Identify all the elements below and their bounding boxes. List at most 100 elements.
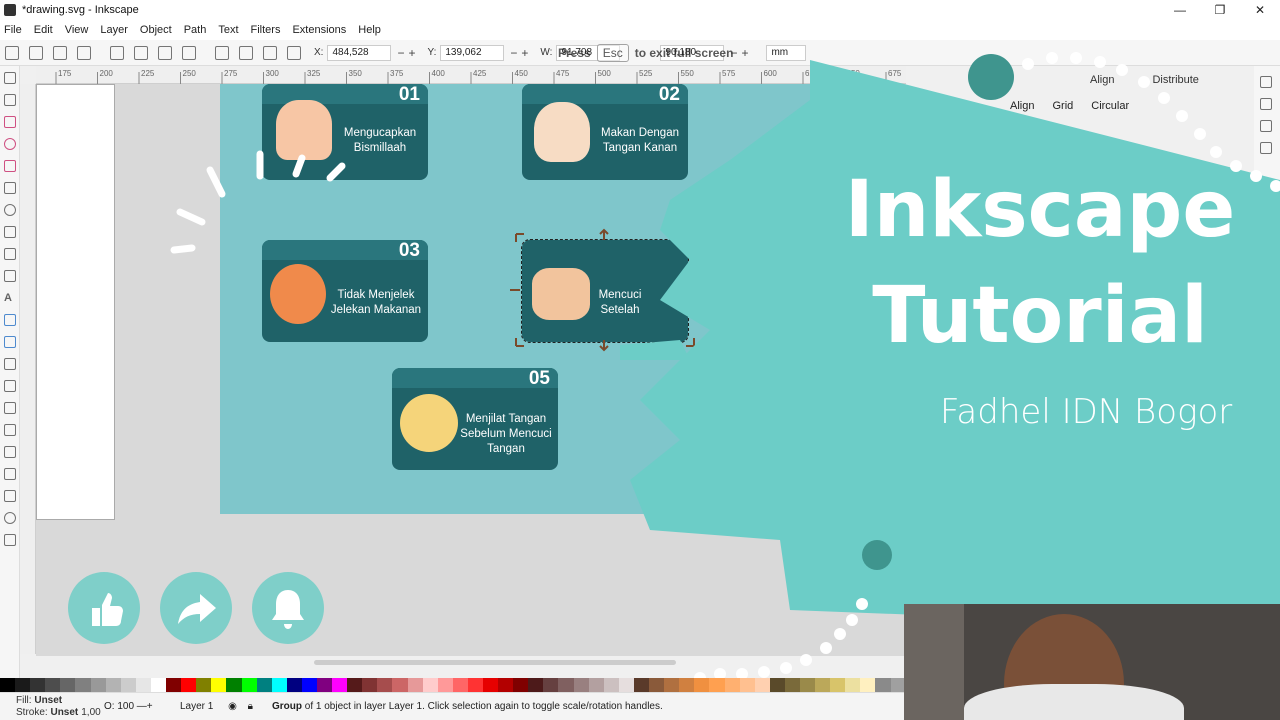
- menu-layer[interactable]: Layer: [100, 24, 128, 36]
- color-swatch[interactable]: [513, 678, 529, 692]
- unit-select[interactable]: mm: [766, 44, 807, 61]
- color-swatch[interactable]: [211, 678, 227, 692]
- calligraphy-tool-icon[interactable]: [4, 270, 16, 282]
- color-swatch[interactable]: [528, 678, 544, 692]
- spray-tool-icon[interactable]: [4, 424, 16, 436]
- color-swatch[interactable]: [754, 678, 770, 692]
- color-swatch[interactable]: [75, 678, 91, 692]
- color-swatch[interactable]: [60, 678, 76, 692]
- fill-stroke-indicator[interactable]: Fill: Unset Stroke: Unset 1,00: [16, 695, 101, 719]
- color-swatch[interactable]: [15, 678, 31, 692]
- menu-file[interactable]: File: [4, 24, 22, 36]
- color-swatch[interactable]: [301, 678, 317, 692]
- color-swatch[interactable]: [467, 678, 483, 692]
- color-swatch[interactable]: [664, 678, 680, 692]
- star-tool-icon[interactable]: [4, 160, 16, 172]
- rect-tool-icon[interactable]: [4, 116, 16, 128]
- close-button[interactable]: ✕: [1240, 0, 1280, 20]
- color-swatch[interactable]: [105, 678, 121, 692]
- color-swatch[interactable]: [286, 678, 302, 692]
- color-swatch[interactable]: [30, 678, 46, 692]
- flip-horizontal-icon[interactable]: [158, 45, 172, 60]
- color-swatch[interactable]: [135, 678, 151, 692]
- color-swatch[interactable]: [407, 678, 423, 692]
- menu-text[interactable]: Text: [218, 24, 238, 36]
- gradient-tool-icon[interactable]: [4, 314, 16, 326]
- raise-icon[interactable]: [239, 45, 253, 60]
- pencil-tool-icon[interactable]: [4, 248, 16, 260]
- color-swatch[interactable]: [90, 678, 106, 692]
- like-button[interactable]: [68, 572, 140, 644]
- color-swatch[interactable]: [362, 678, 378, 692]
- color-swatch[interactable]: [120, 678, 136, 692]
- share-button[interactable]: [160, 572, 232, 644]
- color-swatch[interactable]: [649, 678, 665, 692]
- eraser-tool-icon[interactable]: [4, 446, 16, 458]
- rotate-cw-icon[interactable]: [134, 45, 148, 60]
- color-swatch[interactable]: [166, 678, 182, 692]
- pen-tool-icon[interactable]: [4, 226, 16, 238]
- menu-edit[interactable]: Edit: [34, 24, 53, 36]
- raise-to-top-icon[interactable]: [215, 45, 229, 60]
- color-swatch[interactable]: [558, 678, 574, 692]
- color-swatch[interactable]: [181, 678, 197, 692]
- select-all-icon[interactable]: [5, 45, 19, 60]
- layer-lock-icon[interactable]: 🔒︎: [248, 701, 253, 712]
- color-swatch[interactable]: [150, 678, 167, 692]
- color-swatch[interactable]: [709, 678, 725, 692]
- color-swatch[interactable]: [271, 678, 287, 692]
- color-swatch[interactable]: [815, 678, 831, 692]
- flip-vertical-icon[interactable]: [182, 45, 196, 60]
- menu-object[interactable]: Object: [140, 24, 172, 36]
- menu-filters[interactable]: Filters: [251, 24, 281, 36]
- color-swatch[interactable]: [769, 678, 785, 692]
- card-05[interactable]: 05 Menjilat Tangan Sebelum Mencuci Tanga…: [392, 368, 558, 470]
- x-input[interactable]: 484,528: [327, 44, 392, 61]
- notification-button[interactable]: [252, 572, 324, 644]
- color-swatch[interactable]: [784, 678, 800, 692]
- selector-tool-icon[interactable]: [4, 72, 16, 84]
- node-tool-icon[interactable]: [4, 94, 16, 106]
- left-ruler[interactable]: [20, 84, 36, 654]
- opacity-field[interactable]: O: 100 —+: [104, 701, 153, 712]
- color-swatch[interactable]: [694, 678, 710, 692]
- color-swatch[interactable]: [618, 678, 634, 692]
- y-stepper[interactable]: −+: [510, 46, 532, 60]
- measure-tool-icon[interactable]: [4, 490, 16, 502]
- lower-icon[interactable]: [263, 45, 277, 60]
- color-swatch[interactable]: [256, 678, 272, 692]
- touch-select-icon[interactable]: [77, 45, 91, 60]
- color-swatch[interactable]: [316, 678, 333, 692]
- color-swatch[interactable]: [679, 678, 695, 692]
- color-swatch[interactable]: [603, 678, 619, 692]
- minimize-button[interactable]: —: [1160, 0, 1200, 20]
- color-swatch[interactable]: [196, 678, 212, 692]
- menu-view[interactable]: View: [65, 24, 89, 36]
- color-palette[interactable]: [0, 678, 906, 692]
- menu-path[interactable]: Path: [184, 24, 207, 36]
- color-swatch[interactable]: [543, 678, 559, 692]
- dropper-tool-icon[interactable]: [4, 358, 16, 370]
- layer-visibility-icon[interactable]: ◉: [228, 701, 237, 712]
- horizontal-scrollbar[interactable]: [314, 660, 676, 665]
- lower-to-bottom-icon[interactable]: [287, 45, 301, 60]
- color-swatch[interactable]: [498, 678, 514, 692]
- ellipse-tool-icon[interactable]: [4, 138, 16, 150]
- color-swatch[interactable]: [452, 678, 468, 692]
- x-stepper[interactable]: −+: [397, 46, 419, 60]
- color-swatch[interactable]: [830, 678, 846, 692]
- color-swatch[interactable]: [226, 678, 242, 692]
- mesh-tool-icon[interactable]: [4, 336, 16, 348]
- select-all-layers-icon[interactable]: [29, 45, 43, 60]
- color-swatch[interactable]: [392, 678, 408, 692]
- color-swatch[interactable]: [845, 678, 861, 692]
- layer-indicator[interactable]: Layer 1 ◉ 🔒︎: [180, 701, 253, 712]
- connector-tool-icon[interactable]: [4, 468, 16, 480]
- text-tool-icon[interactable]: A: [4, 292, 16, 304]
- color-swatch[interactable]: [799, 678, 816, 692]
- maximize-button[interactable]: ❐: [1200, 0, 1240, 20]
- 3dbox-tool-icon[interactable]: [4, 182, 16, 194]
- color-swatch[interactable]: [377, 678, 393, 692]
- color-swatch[interactable]: [0, 678, 16, 692]
- h-stepper[interactable]: −+: [730, 46, 752, 60]
